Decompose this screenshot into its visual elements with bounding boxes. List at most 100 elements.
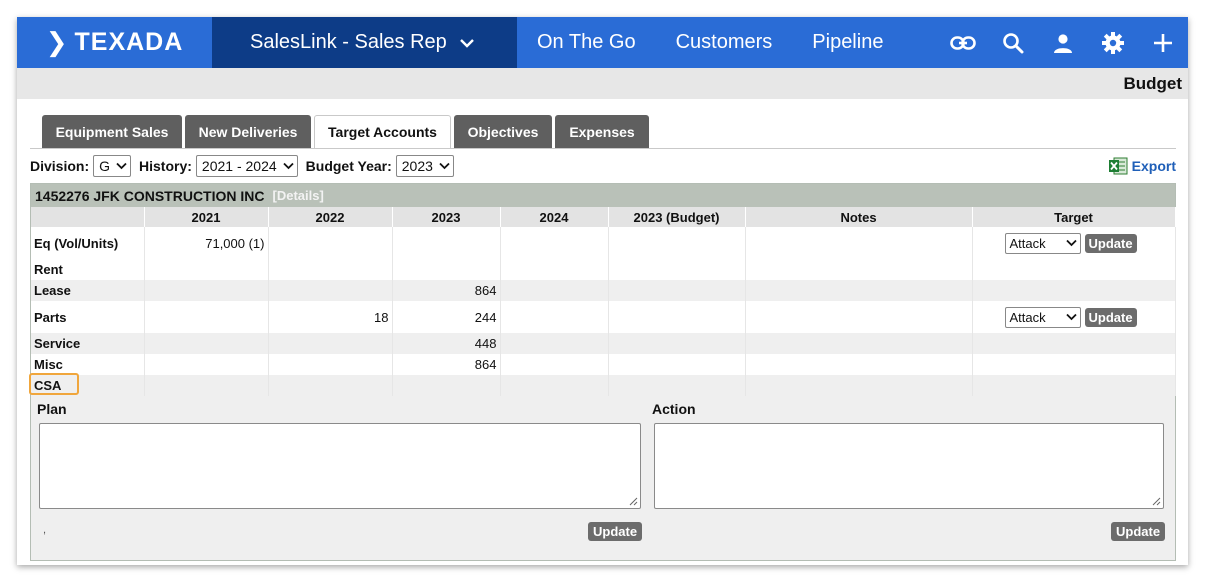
cell-2023 (392, 259, 501, 280)
plan-footnote: , (43, 524, 47, 536)
table-row: Misc 864 (31, 354, 1176, 375)
plus-icon[interactable] (1138, 17, 1188, 68)
chevron-down-icon (459, 38, 475, 48)
cell-2023: 244 (392, 301, 501, 333)
cell-2021 (144, 375, 269, 396)
search-icon[interactable] (988, 17, 1038, 68)
cell-2024 (500, 301, 609, 333)
row-label: Misc (31, 354, 145, 375)
plan-update-button[interactable]: Update (588, 522, 643, 541)
cell-target (972, 375, 1176, 396)
cell-notes (745, 259, 973, 280)
nav-link-customers[interactable]: Customers (676, 31, 773, 54)
tab-expenses[interactable]: Expenses (555, 115, 649, 148)
tab-bar: Equipment Sales New Deliveries Target Ac… (42, 115, 652, 148)
chevron-down-icon (1065, 313, 1077, 321)
column-header: 2021 (144, 207, 269, 227)
row-label: Eq (Vol/Units) (31, 227, 145, 259)
brand-logo[interactable]: ❯ TEXADA (17, 17, 212, 68)
tab-target-accounts[interactable]: Target Accounts (314, 115, 451, 148)
nav-link-pipeline[interactable]: Pipeline (812, 31, 883, 54)
table-row: CSA (29, 373, 1176, 396)
action-textarea[interactable] (654, 423, 1164, 509)
tab-divider (30, 148, 1176, 149)
tab-equipment-sales[interactable]: Equipment Sales (42, 115, 182, 148)
cell-2024 (500, 280, 609, 301)
cell-2023 (392, 227, 501, 259)
resize-grip-icon[interactable] (1152, 497, 1161, 506)
page-title: Budget (1123, 74, 1182, 93)
cell-notes (745, 333, 973, 354)
column-header: Target (972, 207, 1176, 227)
table-row: Service 448 (31, 333, 1176, 354)
user-icon[interactable] (1038, 17, 1088, 68)
nav-icon-group (938, 17, 1188, 68)
cell-2023: 864 (392, 354, 501, 375)
link-icon[interactable] (938, 17, 988, 68)
target-account-panel: 1452276 JFK CONSTRUCTION INC [Details] 2… (29, 183, 1176, 561)
filter-bar: Division: G History: 2021 - 2024 Budget … (30, 154, 462, 178)
column-header: Notes (745, 207, 973, 227)
details-link[interactable]: [Details] (273, 188, 324, 203)
column-header: 2023 (392, 207, 501, 227)
plan-label: Plan (37, 401, 67, 417)
chevron-down-icon (116, 162, 127, 170)
app-switcher-dropdown[interactable]: SalesLink - Sales Rep (212, 17, 517, 68)
table-row: Lease 864 (31, 280, 1176, 301)
resize-grip-icon[interactable] (629, 497, 638, 506)
page-title-bar: Budget (17, 68, 1188, 99)
cell-2022 (268, 354, 393, 375)
cell-2024 (500, 354, 609, 375)
plan-action-section: Plan , Update Action Update (31, 396, 1175, 559)
excel-icon (1108, 157, 1128, 175)
plan-textarea[interactable] (39, 423, 641, 509)
cell-2021 (144, 333, 269, 354)
row-label: Parts (31, 301, 145, 333)
cell-2022 (268, 280, 393, 301)
budget-year-label: Budget Year: (305, 158, 392, 174)
account-header: 1452276 JFK CONSTRUCTION INC [Details] (31, 184, 1175, 207)
cell-2021 (144, 301, 269, 333)
cell-2023 (392, 375, 501, 396)
history-select[interactable]: 2021 - 2024 (195, 155, 298, 177)
row-label: Service (31, 333, 145, 354)
cell-notes (745, 227, 973, 259)
cell-target: Attack Update (972, 301, 1176, 333)
row-label-csa: CSA (29, 373, 145, 396)
chevron-down-icon (283, 162, 294, 170)
cell-2021 (144, 280, 269, 301)
table-row: Eq (Vol/Units) 71,000 (1) Attack Update (31, 227, 1176, 259)
history-label: History: (139, 158, 192, 174)
cell-2024 (500, 333, 609, 354)
cell-budget (608, 259, 746, 280)
account-name: 1452276 JFK CONSTRUCTION INC (35, 187, 265, 204)
history-value: 2021 - 2024 (201, 158, 277, 174)
nav-link-on-the-go[interactable]: On The Go (537, 31, 636, 54)
cell-2021: 71,000 (1) (144, 227, 269, 259)
column-header (31, 207, 145, 227)
cell-budget (608, 333, 746, 354)
cell-target: Attack Update (972, 227, 1176, 259)
cell-2022: 18 (268, 301, 393, 333)
row-label: CSA (34, 378, 62, 393)
app-window: ❯ TEXADA SalesLink - Sales Rep On The Go… (17, 17, 1188, 565)
cell-target (972, 333, 1176, 354)
target-update-button[interactable]: Update (1084, 307, 1137, 327)
gear-icon[interactable] (1088, 17, 1138, 68)
target-update-button[interactable]: Update (1084, 233, 1137, 253)
export-link[interactable]: Export (1108, 156, 1176, 176)
cell-2022 (268, 333, 393, 354)
action-update-button[interactable]: Update (1111, 522, 1166, 541)
tab-objectives[interactable]: Objectives (454, 115, 552, 148)
division-value: G (99, 158, 111, 174)
tab-new-deliveries[interactable]: New Deliveries (185, 115, 311, 148)
target-select[interactable]: Attack (1004, 306, 1081, 328)
row-label: Rent (31, 259, 145, 280)
target-select[interactable]: Attack (1004, 232, 1081, 254)
cell-budget (608, 280, 746, 301)
division-select[interactable]: G (93, 155, 132, 177)
app-switcher-label: SalesLink - Sales Rep (250, 31, 447, 53)
column-header: 2024 (500, 207, 609, 227)
budget-year-select[interactable]: 2023 (395, 155, 454, 177)
cell-2021 (144, 259, 269, 280)
